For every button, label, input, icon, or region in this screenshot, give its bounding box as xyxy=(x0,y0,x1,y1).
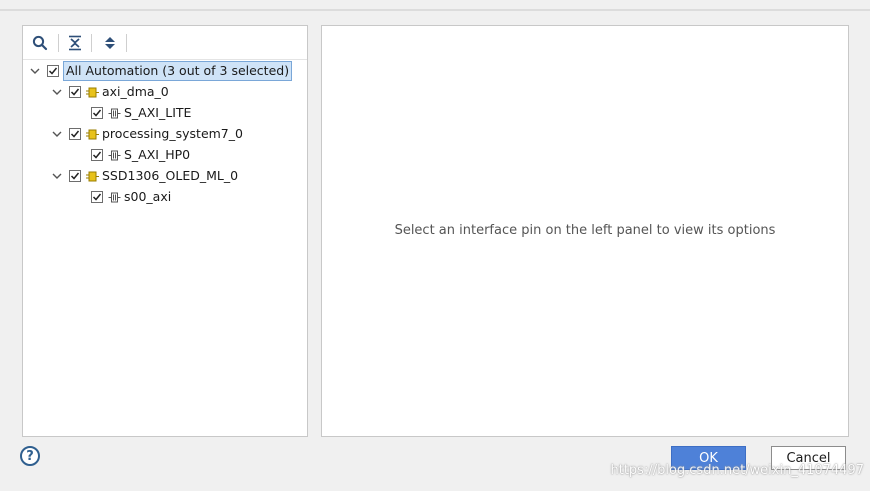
component-checkbox[interactable] xyxy=(69,170,81,182)
tree-toolbar xyxy=(23,26,307,59)
component-label[interactable]: SSD1306_OLED_ML_0 xyxy=(102,167,238,185)
tree-interface-row[interactable]: S_AXI_LITE xyxy=(91,103,191,123)
chevron-down-icon[interactable] xyxy=(29,65,41,77)
tree-interface-row[interactable]: S_AXI_HP0 xyxy=(91,145,190,165)
interface-label[interactable]: S_AXI_LITE xyxy=(124,104,191,122)
interface-label[interactable]: s00_axi xyxy=(124,188,171,206)
interface-pin-icon xyxy=(107,148,121,162)
root-checkbox[interactable] xyxy=(47,65,59,77)
cancel-button[interactable]: Cancel xyxy=(771,446,846,470)
tree-root-label[interactable]: All Automation (3 out of 3 selected) xyxy=(63,61,293,81)
component-checkbox[interactable] xyxy=(69,128,81,140)
ok-button[interactable]: OK xyxy=(671,446,746,470)
component-label[interactable]: axi_dma_0 xyxy=(102,83,169,101)
chevron-down-icon[interactable] xyxy=(51,128,63,140)
automation-tree-panel: All Automation (3 out of 3 selected) axi… xyxy=(22,25,308,437)
toolbar-divider xyxy=(23,59,307,60)
tree-root-row[interactable]: All Automation (3 out of 3 selected) xyxy=(29,61,293,81)
chevron-down-icon[interactable] xyxy=(51,170,63,182)
help-button[interactable]: ? xyxy=(20,446,40,466)
options-hint-text: Select an interface pin on the left pane… xyxy=(394,223,776,238)
top-divider xyxy=(0,9,870,11)
ip-block-icon xyxy=(85,127,99,141)
interface-checkbox[interactable] xyxy=(91,191,103,203)
collapse-all-icon[interactable] xyxy=(64,32,86,54)
expand-all-icon[interactable] xyxy=(99,32,121,54)
toolbar-separator xyxy=(91,34,92,52)
tree-component-row[interactable]: SSD1306_OLED_ML_0 xyxy=(51,166,238,186)
search-icon[interactable] xyxy=(29,32,51,54)
chevron-down-icon[interactable] xyxy=(51,86,63,98)
tree-component-row[interactable]: processing_system7_0 xyxy=(51,124,243,144)
component-checkbox[interactable] xyxy=(69,86,81,98)
options-panel: Select an interface pin on the left pane… xyxy=(321,25,849,437)
tree-component-row[interactable]: axi_dma_0 xyxy=(51,82,169,102)
ip-block-icon xyxy=(85,169,99,183)
tree-interface-row[interactable]: s00_axi xyxy=(91,187,171,207)
ip-block-icon xyxy=(85,85,99,99)
interface-pin-icon xyxy=(107,106,121,120)
toolbar-separator xyxy=(126,34,127,52)
interface-checkbox[interactable] xyxy=(91,149,103,161)
interface-checkbox[interactable] xyxy=(91,107,103,119)
toolbar-separator xyxy=(58,34,59,52)
interface-label[interactable]: S_AXI_HP0 xyxy=(124,146,190,164)
interface-pin-icon xyxy=(107,190,121,204)
component-label[interactable]: processing_system7_0 xyxy=(102,125,243,143)
